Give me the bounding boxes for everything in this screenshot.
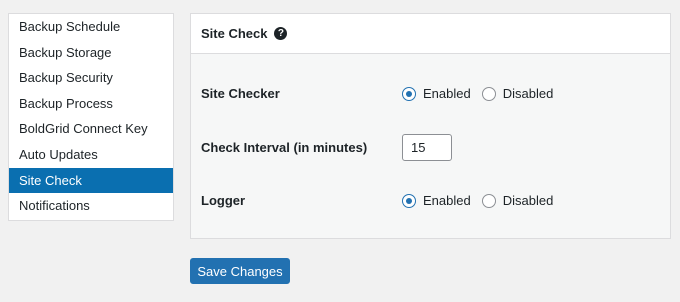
logger-label: Logger: [201, 193, 246, 208]
check-interval-input[interactable]: [402, 134, 452, 161]
logger-radio-group: Enabled Disabled: [402, 193, 564, 208]
site-checker-enabled-label[interactable]: Enabled: [423, 86, 471, 101]
sidebar-item-auto-updates[interactable]: Auto Updates: [9, 142, 173, 168]
site-checker-disabled-label[interactable]: Disabled: [503, 86, 554, 101]
site-check-panel: Site Check ? Site Checker Enabled Disabl…: [190, 13, 671, 239]
site-checker-disabled-radio[interactable]: [481, 86, 496, 101]
save-changes-button[interactable]: Save Changes: [190, 258, 290, 284]
sidebar-item-backup-schedule[interactable]: Backup Schedule: [9, 14, 173, 40]
site-checker-enabled-radio[interactable]: [402, 86, 416, 101]
sidebar-item-backup-process[interactable]: Backup Process: [9, 91, 173, 117]
logger-disabled-radio[interactable]: [481, 193, 496, 208]
help-icon[interactable]: ?: [274, 27, 288, 40]
panel-header: Site Check ?: [191, 14, 670, 54]
site-checker-row: Site Checker Enabled Disabled: [201, 86, 670, 101]
check-interval-label: Check Interval (in minutes): [201, 140, 368, 155]
settings-sidebar: Backup Schedule Backup Storage Backup Se…: [8, 13, 174, 221]
check-interval-row: Check Interval (in minutes): [201, 134, 670, 161]
sidebar-item-backup-storage[interactable]: Backup Storage: [9, 40, 173, 66]
sidebar-item-boldgrid-connect-key[interactable]: BoldGrid Connect Key: [9, 116, 173, 142]
sidebar-item-backup-security[interactable]: Backup Security: [9, 65, 173, 91]
logger-row: Logger Enabled Disabled: [201, 193, 670, 208]
logger-enabled-radio[interactable]: [402, 193, 416, 208]
site-checker-radio-group: Enabled Disabled: [402, 86, 564, 101]
sidebar-item-site-check[interactable]: Site Check: [9, 167, 173, 194]
site-checker-label: Site Checker: [201, 86, 280, 101]
panel-title: Site Check: [201, 26, 268, 41]
logger-disabled-label[interactable]: Disabled: [503, 193, 554, 208]
logger-enabled-label[interactable]: Enabled: [423, 193, 471, 208]
sidebar-item-notifications[interactable]: Notifications: [9, 193, 173, 219]
